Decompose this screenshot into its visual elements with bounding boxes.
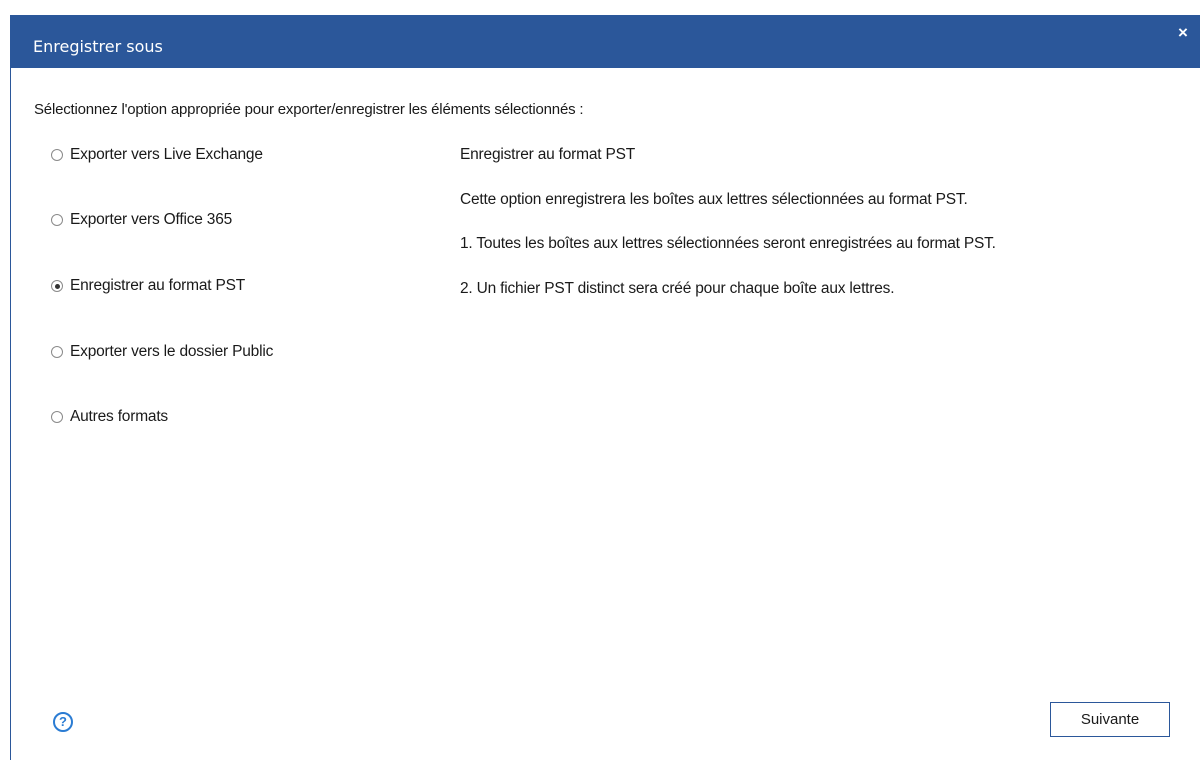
option-label-office-365: Exporter vers Office 365 — [70, 211, 233, 228]
next-button[interactable]: Suivante — [1050, 702, 1170, 737]
option-public-folder[interactable]: Exporter vers le dossier Public — [51, 343, 273, 361]
radio-pst[interactable] — [51, 280, 63, 292]
option-label-public-folder: Exporter vers le dossier Public — [70, 343, 274, 360]
option-label-live-exchange: Exporter vers Live Exchange — [70, 146, 263, 163]
option-live-exchange[interactable]: Exporter vers Live Exchange — [51, 146, 263, 164]
radio-live-exchange[interactable] — [51, 149, 63, 161]
option-other-formats[interactable]: Autres formats — [51, 408, 168, 426]
description-heading: Enregistrer au format PST — [460, 146, 636, 163]
option-office-365[interactable]: Exporter vers Office 365 — [51, 211, 232, 229]
radio-public-folder[interactable] — [51, 346, 63, 358]
option-pst[interactable]: Enregistrer au format PST — [51, 277, 245, 295]
description-point-2: 2. Un fichier PST distinct sera créé pou… — [460, 280, 895, 297]
option-label-other-formats: Autres formats — [70, 408, 168, 425]
instruction-text: Sélectionnez l'option appropriée pour ex… — [34, 101, 584, 118]
help-icon[interactable]: ? — [53, 712, 73, 732]
description-point-1: 1. Toutes les boîtes aux lettres sélecti… — [460, 235, 996, 252]
option-label-pst: Enregistrer au format PST — [70, 277, 246, 294]
radio-other-formats[interactable] — [51, 411, 63, 423]
dialog-title: Enregistrer sous — [33, 37, 163, 56]
radio-office-365[interactable] — [51, 214, 63, 226]
save-as-dialog: Enregistrer sous × Sélectionnez l'option… — [10, 15, 1200, 760]
description-summary: Cette option enregistrera les boîtes aux… — [460, 191, 968, 208]
title-bar: Enregistrer sous × — [11, 15, 1200, 68]
close-button[interactable]: × — [1171, 21, 1195, 45]
